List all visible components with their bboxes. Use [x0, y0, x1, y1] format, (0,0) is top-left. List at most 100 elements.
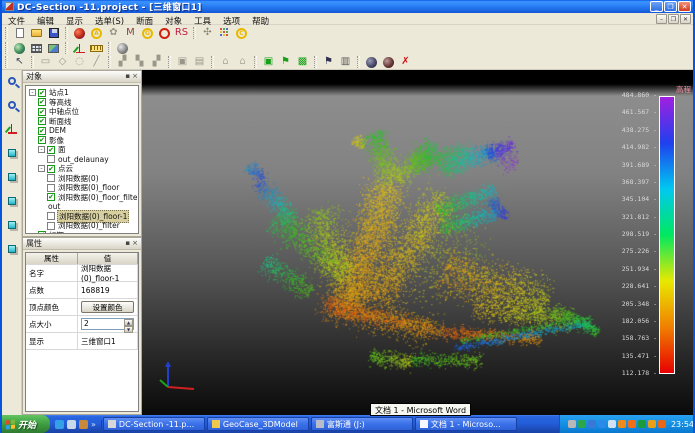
- panel-close-icon[interactable]: ×: [132, 240, 138, 247]
- color-dots-icon[interactable]: [217, 27, 232, 40]
- tree-checkbox[interactable]: [47, 155, 55, 163]
- tree-item-站点1[interactable]: -✔站点1: [27, 88, 138, 98]
- tree-item-等高线[interactable]: ✔等高线: [27, 98, 138, 108]
- spinner-arrows[interactable]: ▲▼: [124, 319, 133, 329]
- grid-view-icon[interactable]: [29, 42, 44, 55]
- tree-item-DEM[interactable]: ✔DEM: [27, 126, 138, 136]
- trash-icon[interactable]: ▥: [338, 56, 353, 69]
- view-cube-4-icon[interactable]: [4, 218, 19, 231]
- green-node-icon[interactable]: ▣: [261, 56, 276, 69]
- clip-out-icon[interactable]: ▚: [132, 56, 147, 69]
- delete-x-icon[interactable]: ✗: [398, 56, 413, 69]
- restore-button[interactable]: ❐: [664, 1, 677, 12]
- ie-icon[interactable]: [55, 420, 64, 429]
- shield-orange-icon[interactable]: [658, 420, 666, 428]
- toolbar-grip[interactable]: [5, 27, 8, 40]
- child-minimize-button[interactable]: –: [656, 14, 667, 24]
- view-cube-1-icon[interactable]: [4, 146, 19, 159]
- rs-icon[interactable]: RS: [174, 27, 189, 40]
- tree-checkbox[interactable]: ✔: [38, 98, 46, 106]
- clip-in-icon[interactable]: ▞: [115, 56, 130, 69]
- circle-g-icon[interactable]: G: [140, 27, 155, 40]
- select-polygon-icon[interactable]: ◇: [55, 56, 70, 69]
- toolbar-grip[interactable]: [5, 42, 8, 53]
- tool-gray-icon[interactable]: ✣: [200, 27, 215, 40]
- green-flag-icon[interactable]: ⚑: [278, 56, 293, 69]
- select-lasso-icon[interactable]: ◌: [72, 56, 87, 69]
- point-size-spinner[interactable]: 2▲▼: [81, 318, 134, 330]
- panel-pin-icon[interactable]: ▪: [125, 240, 130, 247]
- view-cube-2-icon[interactable]: [4, 170, 19, 183]
- sphere-dark-2-icon[interactable]: [381, 56, 396, 69]
- tree-expand-toggle[interactable]: -: [29, 89, 36, 96]
- view-cube-3-icon[interactable]: [4, 194, 19, 207]
- toolbar-grip[interactable]: [5, 56, 8, 67]
- tree-checkbox[interactable]: ✔: [38, 89, 46, 97]
- printer-icon[interactable]: [568, 420, 576, 428]
- tree-item-浏阳数据(0)_floor_filter[interactable]: ✔浏阳数据(0)_floor_filter: [27, 193, 138, 203]
- tree-checkbox[interactable]: ✔: [47, 146, 55, 154]
- task-button-1[interactable]: GeoCase_3DModel: [207, 417, 309, 431]
- sphere-dark-icon[interactable]: [364, 56, 379, 69]
- tree-checkbox[interactable]: ✔: [38, 127, 46, 135]
- tree-expand-toggle[interactable]: -: [38, 146, 45, 153]
- tree-checkbox[interactable]: [47, 212, 55, 220]
- globe-icon[interactable]: [12, 42, 27, 55]
- quicklaunch-more-icon[interactable]: »: [91, 420, 96, 429]
- tree-checkbox[interactable]: ✔: [38, 136, 46, 144]
- update-icon[interactable]: [648, 420, 656, 428]
- tree-checkbox[interactable]: [47, 222, 55, 230]
- new-file-icon[interactable]: [12, 27, 27, 40]
- tree-item-面[interactable]: -✔面: [27, 145, 138, 155]
- panel-pin-icon[interactable]: ▪: [125, 73, 130, 80]
- child-close-button[interactable]: ✕: [680, 14, 691, 24]
- child-restore-button[interactable]: ❐: [668, 14, 679, 24]
- spinner-up-icon[interactable]: ▲: [124, 319, 133, 326]
- set-color-button[interactable]: 设置颜色: [81, 301, 134, 313]
- save-icon[interactable]: [46, 27, 61, 40]
- flower-icon[interactable]: ✿: [106, 27, 121, 40]
- start-button[interactable]: 开始: [0, 415, 50, 433]
- tree-checkbox[interactable]: ✔: [38, 231, 46, 234]
- tree-item-中轴点位[interactable]: ✔中轴点位: [27, 107, 138, 117]
- tree-checkbox[interactable]: ✔: [47, 165, 55, 173]
- image-view-icon[interactable]: [46, 42, 61, 55]
- safety-icon[interactable]: [578, 420, 586, 428]
- tree-checkbox[interactable]: ✔: [47, 193, 55, 201]
- ime-icon[interactable]: [588, 420, 596, 428]
- spinner-down-icon[interactable]: ▼: [124, 326, 133, 333]
- emule-icon[interactable]: [598, 420, 606, 428]
- ruler-icon[interactable]: [89, 42, 104, 55]
- house-icon[interactable]: ⌂: [218, 56, 233, 69]
- merge-icon[interactable]: ▣: [175, 56, 190, 69]
- viewport-3d[interactable]: 高程 484.860 -461.567 -438.275 -414.982 -3…: [142, 70, 695, 415]
- qq-icon[interactable]: [618, 420, 626, 428]
- split-icon[interactable]: ▤: [192, 56, 207, 69]
- zoom-window-icon[interactable]: [4, 74, 19, 87]
- task-button-3[interactable]: 文档 1 - Microso...: [415, 417, 517, 431]
- desktop-icon[interactable]: [67, 420, 76, 429]
- m-pattern-icon[interactable]: M: [123, 27, 138, 40]
- point-size-value[interactable]: 2: [82, 319, 124, 329]
- select-rect-icon[interactable]: ▭: [38, 56, 53, 69]
- monitor-icon[interactable]: [608, 420, 616, 428]
- tree-checkbox[interactable]: [47, 184, 55, 192]
- clip-reset-icon[interactable]: ▞: [149, 56, 164, 69]
- shield-green-icon[interactable]: [638, 420, 646, 428]
- qq-2-icon[interactable]: [628, 420, 636, 428]
- zoom-icon[interactable]: [4, 98, 19, 111]
- circle-c-icon[interactable]: C: [234, 27, 249, 40]
- house-2-icon[interactable]: ⌂: [235, 56, 250, 69]
- circle-a-icon[interactable]: A: [89, 27, 104, 40]
- minimize-button[interactable]: _: [650, 1, 663, 12]
- tree-item-out_delaunay[interactable]: out_delaunay: [27, 155, 138, 165]
- panel-close-icon[interactable]: ×: [132, 73, 138, 80]
- app-launcher-icon[interactable]: [79, 420, 88, 429]
- flag-dark-icon[interactable]: ⚑: [321, 56, 336, 69]
- tree-expand-toggle[interactable]: -: [38, 165, 45, 172]
- tree-checkbox[interactable]: ✔: [38, 108, 46, 116]
- axis-3d-icon[interactable]: [4, 122, 19, 135]
- tree-item-影像[interactable]: ✔影像: [27, 136, 138, 146]
- view-cube-5-icon[interactable]: [4, 242, 19, 255]
- circle-o-icon[interactable]: [157, 27, 172, 40]
